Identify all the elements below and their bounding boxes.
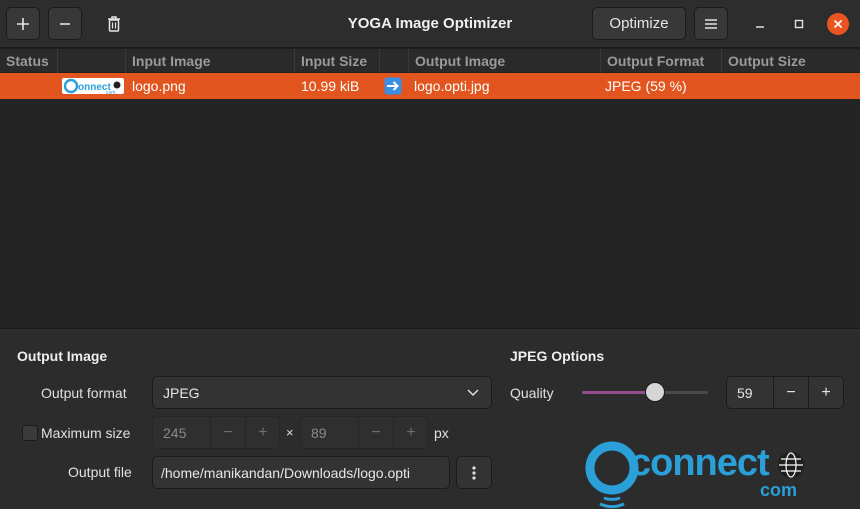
watermark-sub: com: [760, 480, 798, 500]
width-decrement-button[interactable]: −: [210, 417, 245, 448]
chevron-down-icon: [467, 389, 479, 397]
height-spinbutton[interactable]: 89 − +: [300, 416, 428, 449]
column-header-input-image[interactable]: Input Image: [126, 49, 295, 73]
minimize-button[interactable]: [749, 13, 771, 35]
output-image-heading: Output Image: [17, 348, 108, 364]
width-increment-button[interactable]: +: [245, 417, 280, 448]
globe-icon: [778, 452, 804, 478]
output-size-cell: [722, 73, 728, 99]
maximum-size-label[interactable]: Maximum size: [41, 425, 130, 441]
right-arrow-icon: [384, 77, 402, 95]
quality-spinbutton[interactable]: 59 − +: [726, 376, 844, 409]
output-file-value: /home/manikandan/Downloads/logo.opti: [161, 465, 411, 481]
plus-icon: [17, 17, 29, 30]
logo-thumbnail-icon: onnect com: [62, 78, 124, 96]
optimize-label: Optimize: [609, 15, 669, 32]
add-button[interactable]: [6, 7, 40, 40]
column-header-arrow[interactable]: [380, 49, 409, 73]
hamburger-menu-icon: [705, 18, 717, 29]
quality-increment-button[interactable]: +: [808, 377, 843, 408]
column-header-output-format[interactable]: Output Format: [601, 49, 722, 73]
more-vertical-icon: [472, 465, 476, 480]
column-header-output-size[interactable]: Output Size: [722, 49, 860, 73]
size-unit: px: [434, 425, 449, 441]
width-value: 245: [163, 425, 187, 441]
image-list[interactable]: onnect com logo.png 10.99 kiB logo.opti.…: [0, 73, 860, 328]
maximum-size-checkbox[interactable]: [22, 425, 38, 441]
optimize-button[interactable]: Optimize: [592, 7, 686, 40]
header-bar: YOGA Image Optimizer Optimize: [0, 0, 860, 48]
maximize-button[interactable]: [788, 13, 810, 35]
column-header-thumbnail[interactable]: [58, 49, 126, 73]
quality-slider-knob[interactable]: [645, 382, 665, 402]
column-header-input-size[interactable]: Input Size: [295, 49, 380, 73]
height-value: 89: [311, 425, 327, 441]
arrow-cell: [384, 73, 402, 99]
width-spinbutton[interactable]: 245 − +: [152, 416, 280, 449]
output-file-label: Output file: [68, 464, 132, 480]
quality-value: 59: [737, 385, 753, 401]
output-format-cell: JPEG (59 %): [605, 78, 687, 94]
output-format-label: Output format: [41, 385, 127, 401]
output-format-dropdown[interactable]: JPEG: [152, 376, 492, 409]
trash-icon: [108, 15, 120, 32]
output-image-cell: logo.opti.jpg: [414, 78, 490, 94]
column-header-status[interactable]: Status: [0, 49, 58, 73]
jpeg-options-heading: JPEG Options: [510, 348, 605, 364]
watermark-text: connect: [630, 442, 770, 484]
close-button[interactable]: [827, 13, 849, 35]
column-header-output-image[interactable]: Output Image: [409, 49, 601, 73]
table-header: Status Input Image Input Size Output Ima…: [0, 49, 860, 73]
svg-text:com: com: [106, 90, 115, 96]
quality-slider[interactable]: [582, 382, 708, 404]
clear-button[interactable]: [97, 7, 131, 40]
height-decrement-button[interactable]: −: [358, 417, 393, 448]
thumbnail-image: onnect com: [60, 73, 124, 99]
connect-com-watermark: connect com: [580, 440, 810, 509]
table-row[interactable]: onnect com logo.png 10.99 kiB logo.opti.…: [0, 73, 860, 99]
minus-icon: [60, 22, 70, 25]
main-menu-button[interactable]: [694, 7, 728, 40]
output-format-value: JPEG: [163, 385, 200, 401]
output-file-field[interactable]: /home/manikandan/Downloads/logo.opti: [152, 456, 450, 489]
quality-label: Quality: [510, 385, 554, 401]
close-icon: [833, 19, 843, 29]
maximize-icon: [794, 19, 804, 29]
times-sign: ×: [286, 425, 294, 440]
input-size-cell: 10.99 kiB: [301, 78, 360, 94]
height-increment-button[interactable]: +: [393, 417, 428, 448]
quality-decrement-button[interactable]: −: [773, 377, 808, 408]
remove-button[interactable]: [48, 7, 82, 40]
browse-file-button[interactable]: [456, 456, 492, 489]
input-image-cell: logo.png: [132, 78, 186, 94]
minimize-icon: [756, 26, 764, 28]
